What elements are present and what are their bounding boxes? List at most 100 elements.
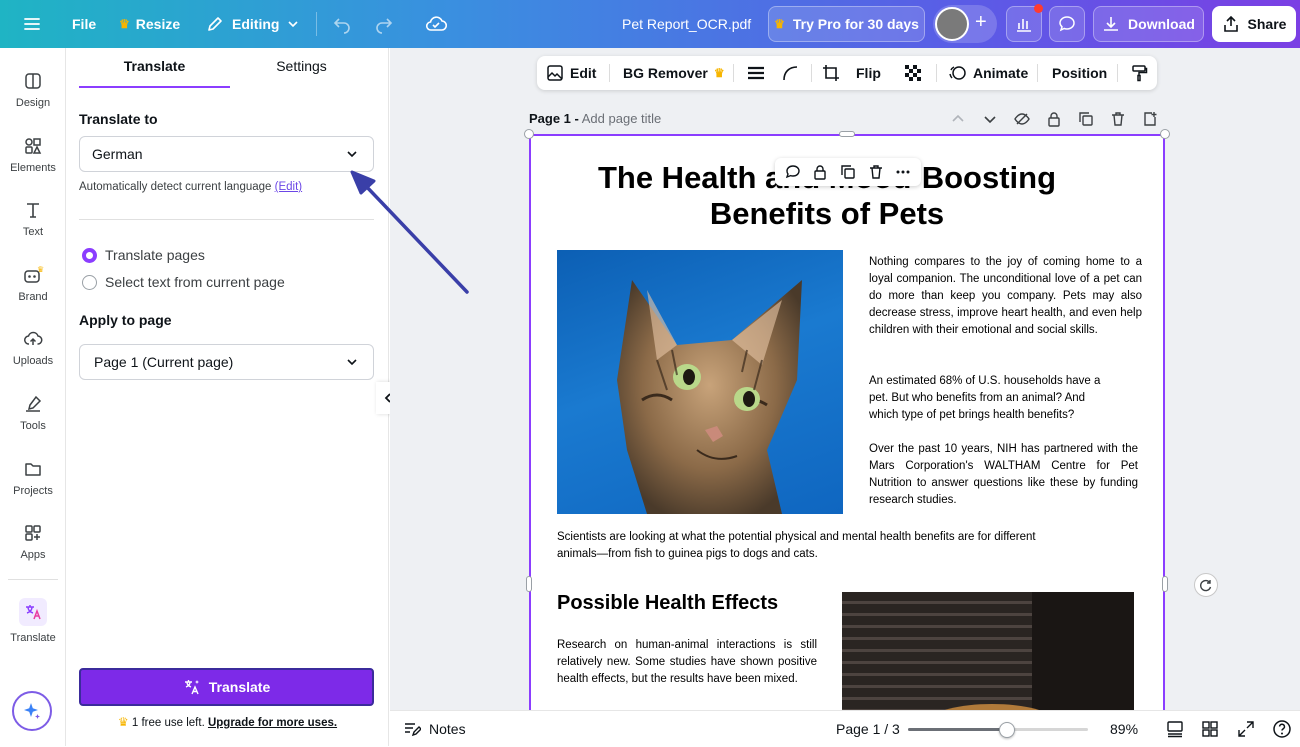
translate-icon [19,598,47,626]
paragraph-scientists[interactable]: Scientists are looking at what the poten… [557,529,1077,563]
border-style-button[interactable] [747,56,765,90]
rail-item-text[interactable]: Text [0,191,66,247]
rail-item-apps[interactable]: Apps [0,514,66,570]
magic-assistant-button[interactable] [12,691,52,731]
paragraph-intro[interactable]: Nothing compares to the joy of coming ho… [869,254,1142,339]
cat-photo[interactable] [557,250,843,514]
radio-button[interactable] [82,274,97,290]
resize-handle-top-right[interactable] [1160,129,1170,139]
chevron-down-icon[interactable] [982,111,998,127]
chevron-down-icon [288,21,299,28]
cat-image [617,280,802,514]
avatar[interactable] [935,7,969,41]
duplicate-icon[interactable] [1078,111,1094,127]
file-menu[interactable]: File [72,0,96,48]
page-indicator[interactable]: Page 1 / 3 [836,711,900,747]
paragraph-households[interactable]: An estimated 68% of U.S. households have… [869,373,1114,424]
radio-translate-pages[interactable]: Translate pages [82,247,205,263]
document-name[interactable]: Pet Report_OCR.pdf [622,0,751,48]
lock-icon[interactable] [811,163,829,181]
radio-select-text[interactable]: Select text from current page [82,274,285,290]
notes-button[interactable]: Notes [403,711,466,747]
lock-icon[interactable] [1046,111,1062,127]
line-weight-icon [748,66,764,80]
cloud-save-status[interactable] [425,0,447,48]
add-page-icon[interactable] [1142,111,1158,127]
page-title[interactable]: Page 1 - Add page title [529,111,661,126]
help-button[interactable] [1272,711,1292,747]
comment-add-icon[interactable] [784,163,802,181]
trash-icon[interactable] [867,163,885,181]
paragraph-research[interactable]: Research on human-animal interactions is… [557,637,817,688]
sparkle-icon [24,703,40,719]
tab-translate[interactable]: Translate [79,58,230,88]
zoom-percentage[interactable]: 89% [1110,711,1138,747]
resize-handle-left[interactable] [526,576,532,592]
edit-language-link[interactable]: (Edit) [275,181,302,193]
undo-button[interactable] [332,0,352,48]
insights-button[interactable] [1006,4,1043,42]
apply-page-select[interactable]: Page 1 (Current page) [79,344,374,380]
rail-item-translate[interactable]: Translate [0,593,66,649]
resize-button[interactable]: ♛ Resize [119,0,180,48]
position-button[interactable]: Position [1052,56,1107,90]
fullscreen-button[interactable] [1237,711,1255,747]
comments-button[interactable] [1049,6,1085,42]
rail-item-tools[interactable]: Tools [0,385,66,441]
zoom-slider-thumb[interactable] [999,722,1015,738]
notes-icon [405,723,421,737]
paint-roller-icon [1132,65,1148,82]
editing-mode-dropdown[interactable]: Editing [206,0,299,48]
redo-button[interactable] [374,0,394,48]
page-view-button[interactable] [1166,711,1184,747]
resize-handle-top-left[interactable] [524,129,534,139]
rail-item-uploads[interactable]: Uploads [0,320,66,376]
resize-handle-right[interactable] [1162,576,1168,592]
dog-photo[interactable] [842,592,1134,712]
rotate-button[interactable] [1194,573,1218,597]
animate-button[interactable]: Animate [949,56,1028,90]
tab-settings[interactable]: Settings [226,58,377,88]
duplicate-icon[interactable] [839,163,857,181]
hamburger-icon [24,18,40,30]
more-options-icon[interactable] [894,163,912,181]
flip-button[interactable]: Flip [856,56,881,90]
share-button[interactable]: Share [1212,6,1296,42]
section-divider [79,219,374,220]
paragraph-nih[interactable]: Over the past 10 years, NIH has partnere… [869,441,1138,509]
document-page[interactable]: The Health and Mood-Boosting Benefits of… [529,134,1165,714]
bg-remover-button[interactable]: BG Remover ♛ [623,56,725,90]
grid-view-button[interactable] [1201,711,1219,747]
chevron-up-icon[interactable] [950,111,966,127]
add-collaborator-button[interactable]: + [975,11,987,34]
translate-button[interactable]: Translate [79,668,374,706]
zoom-slider[interactable] [908,722,1088,738]
rail-item-brand[interactable]: ♛ Brand [0,256,66,312]
section-heading[interactable]: Possible Health Effects [557,592,778,615]
comment-icon [1059,16,1075,32]
download-button[interactable]: Download [1093,6,1204,42]
try-pro-button[interactable]: ♛ Try Pro for 30 days [768,6,925,42]
corner-rounding-button[interactable] [781,56,799,90]
active-tab-indicator [79,86,230,88]
rail-item-projects[interactable]: Projects [0,450,66,506]
edit-image-button[interactable]: Edit [546,56,596,90]
copy-style-button[interactable] [1130,56,1148,90]
apply-to-page-label: Apply to page [79,312,172,328]
collaborators-group[interactable]: + [933,5,997,43]
resize-handle-top[interactable] [839,131,855,137]
crown-icon: ♛ [119,17,130,31]
crop-button[interactable] [822,56,840,90]
menu-button[interactable] [22,0,42,48]
rail-item-design[interactable]: Design [0,62,66,118]
rail-item-elements[interactable]: Elements [0,127,66,183]
hide-page-icon[interactable] [1014,111,1030,127]
transparency-button[interactable] [904,56,922,90]
language-select[interactable]: German [79,136,374,172]
upgrade-link[interactable]: Upgrade for more uses. [208,717,337,729]
trash-icon[interactable] [1110,111,1126,127]
uploads-icon [24,331,43,345]
help-icon [1273,720,1291,738]
page-title-placeholder[interactable]: Add page title [582,111,662,126]
radio-button-selected[interactable] [82,247,97,263]
